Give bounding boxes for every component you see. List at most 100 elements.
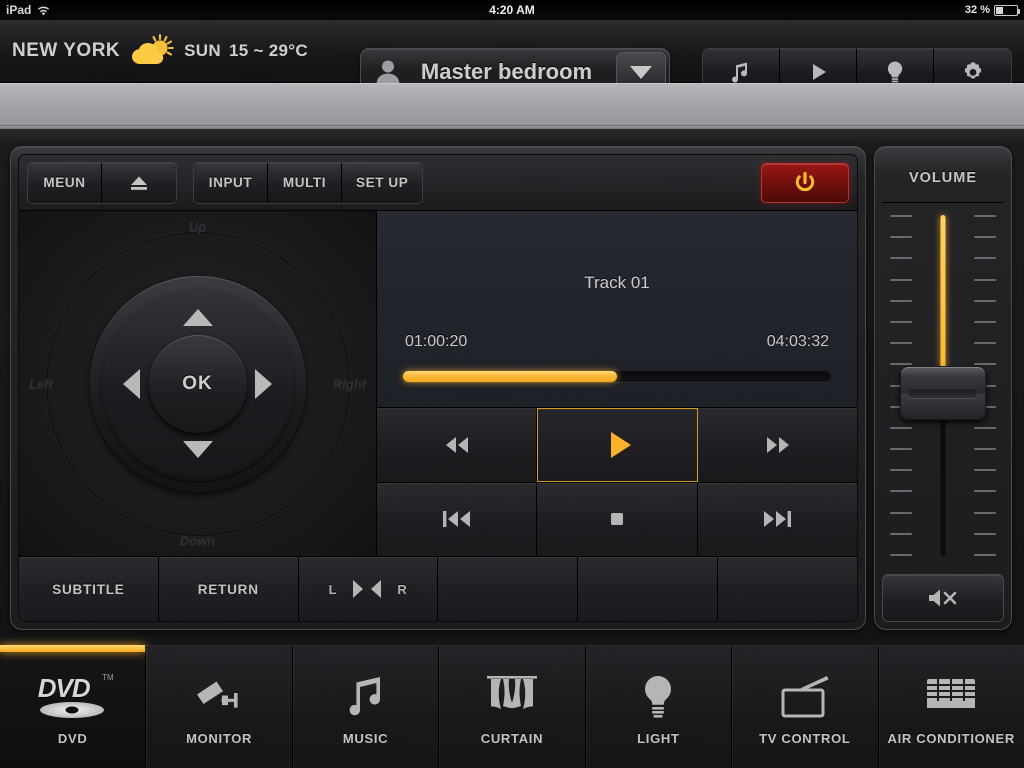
fast-forward-button[interactable] bbox=[698, 408, 857, 482]
cctv-camera-icon bbox=[192, 669, 246, 719]
tab-music[interactable]: MUSIC bbox=[293, 646, 439, 768]
setup-button[interactable]: SET UP bbox=[342, 163, 422, 203]
television-icon bbox=[777, 669, 833, 719]
volume-slider[interactable] bbox=[882, 203, 1004, 568]
arrow-down-icon bbox=[183, 441, 213, 458]
status-bar-clock: 4:20 AM bbox=[0, 3, 1024, 17]
tab-dvd[interactable]: DVD TM DVD bbox=[0, 646, 146, 768]
track-title: Track 01 bbox=[377, 273, 857, 293]
volume-panel: VOLUME bbox=[874, 146, 1012, 630]
dpad: OK bbox=[90, 276, 306, 492]
dpad-right-label: Right bbox=[333, 376, 366, 391]
tab-air-conditioner[interactable]: AIR CONDITIONER bbox=[879, 646, 1024, 768]
weather-range: 15 ~ 29°C bbox=[229, 41, 308, 60]
weather-day: SUN bbox=[184, 41, 221, 60]
tab-label-monitor: MONITOR bbox=[186, 731, 252, 746]
partly-cloudy-icon bbox=[130, 34, 174, 68]
ipad-home-automation-screen: iPad 4:20 AM 32 % NEW YORK bbox=[0, 0, 1024, 768]
balance-left-label: L bbox=[329, 582, 338, 597]
dpad-left-label: Left bbox=[29, 376, 53, 391]
dpad-down-label: Down bbox=[180, 533, 215, 548]
next-track-button[interactable] bbox=[698, 483, 857, 557]
tab-monitor[interactable]: MONITOR bbox=[146, 646, 292, 768]
dvd-top-button-row: MEUN INPUT MULTI SET UP bbox=[19, 155, 857, 211]
menu-button[interactable]: MEUN bbox=[28, 163, 102, 203]
transport-spacer-cell bbox=[438, 557, 578, 621]
total-time: 04:03:32 bbox=[767, 333, 829, 351]
tab-light[interactable]: LIGHT bbox=[586, 646, 732, 768]
dvd-control-panel: MEUN INPUT MULTI SET UP bbox=[10, 146, 866, 630]
input-button[interactable]: INPUT bbox=[194, 163, 268, 203]
return-label: RETURN bbox=[198, 582, 259, 597]
tab-label-dvd: DVD bbox=[58, 731, 88, 746]
transport-controls bbox=[377, 408, 857, 556]
battery-percent: 32 % bbox=[965, 4, 990, 16]
music-note-icon bbox=[344, 669, 388, 719]
next-track-icon bbox=[754, 506, 800, 532]
dpad-up-label: Up bbox=[189, 219, 206, 234]
play-button[interactable] bbox=[537, 408, 698, 482]
transport-spacer-cell-3 bbox=[718, 557, 857, 621]
fast-forward-icon bbox=[756, 432, 800, 458]
audio-balance-control[interactable]: L R bbox=[299, 557, 439, 621]
main-stage: MEUN INPUT MULTI SET UP bbox=[0, 126, 1024, 645]
mute-icon bbox=[925, 585, 961, 611]
elapsed-time: 01:00:20 bbox=[405, 333, 467, 351]
volume-title: VOLUME bbox=[882, 154, 1004, 203]
battery-icon bbox=[994, 5, 1018, 16]
multi-button[interactable]: MULTI bbox=[268, 163, 342, 203]
lightbulb-icon bbox=[636, 669, 680, 719]
ok-button[interactable]: OK bbox=[149, 335, 247, 433]
dvd-icon: DVD TM bbox=[32, 669, 114, 719]
navigation-pad-area: Up Down Left Right bbox=[19, 211, 377, 556]
subtitle-button[interactable]: SUBTITLE bbox=[19, 557, 159, 621]
return-button[interactable]: RETURN bbox=[159, 557, 299, 621]
room-selector-value: Master bedroom bbox=[397, 59, 616, 85]
header-divider-band bbox=[0, 83, 1024, 126]
dvd-bottom-button-row: SUBTITLE RETURN L R bbox=[19, 556, 857, 621]
rewind-icon bbox=[435, 432, 479, 458]
transport-spacer-cell-2 bbox=[578, 557, 718, 621]
arrow-up-icon bbox=[183, 309, 213, 326]
tab-tv-control[interactable]: TV CONTROL bbox=[732, 646, 878, 768]
status-bar-right: 32 % bbox=[965, 4, 1018, 16]
transport-row-bottom bbox=[377, 483, 857, 557]
power-button[interactable] bbox=[761, 163, 849, 203]
balance-right-label: R bbox=[397, 582, 407, 597]
time-readouts: 01:00:20 04:03:32 bbox=[405, 333, 829, 351]
now-playing-panel: Track 01 01:00:20 04:03:32 bbox=[377, 211, 857, 408]
previous-track-icon bbox=[434, 506, 480, 532]
tab-label-curtain: CURTAIN bbox=[481, 731, 543, 746]
subtitle-label: SUBTITLE bbox=[52, 582, 124, 597]
input-multi-setup-group: INPUT MULTI SET UP bbox=[193, 162, 423, 204]
previous-track-button[interactable] bbox=[377, 483, 537, 557]
progress-bar[interactable] bbox=[403, 371, 831, 382]
arrow-right-icon bbox=[255, 369, 272, 399]
transport-row-top bbox=[377, 408, 857, 483]
menu-eject-group: MEUN bbox=[27, 162, 177, 204]
bottom-tab-bar: DVD TM DVD MONITOR bbox=[0, 645, 1024, 768]
tab-label-light: LIGHT bbox=[637, 731, 680, 746]
curtain-icon bbox=[484, 669, 540, 719]
eject-button[interactable] bbox=[102, 163, 176, 203]
tab-label-air-conditioner: AIR CONDITIONER bbox=[887, 731, 1015, 746]
stop-button[interactable] bbox=[537, 483, 697, 557]
rewind-button[interactable] bbox=[377, 408, 537, 482]
mute-button[interactable] bbox=[882, 574, 1004, 622]
tab-label-tv-control: TV CONTROL bbox=[759, 731, 851, 746]
weather-widget: NEW YORK bbox=[0, 34, 308, 68]
playback-area: Track 01 01:00:20 04:03:32 bbox=[377, 211, 857, 556]
weather-city: NEW YORK bbox=[12, 40, 120, 62]
stop-icon bbox=[604, 506, 630, 532]
tab-curtain[interactable]: CURTAIN bbox=[439, 646, 585, 768]
app-header: NEW YORK bbox=[0, 20, 1024, 83]
audio-balance-icon bbox=[347, 577, 387, 601]
arrow-left-icon bbox=[123, 369, 140, 399]
tab-label-music: MUSIC bbox=[343, 731, 388, 746]
air-conditioner-icon bbox=[924, 669, 978, 719]
progress-bar-fill bbox=[403, 371, 617, 382]
weather-temperature: SUN 15 ~ 29°C bbox=[184, 41, 308, 61]
ios-status-bar: iPad 4:20 AM 32 % bbox=[0, 0, 1024, 20]
play-icon bbox=[598, 428, 638, 462]
volume-slider-handle[interactable] bbox=[900, 366, 986, 420]
